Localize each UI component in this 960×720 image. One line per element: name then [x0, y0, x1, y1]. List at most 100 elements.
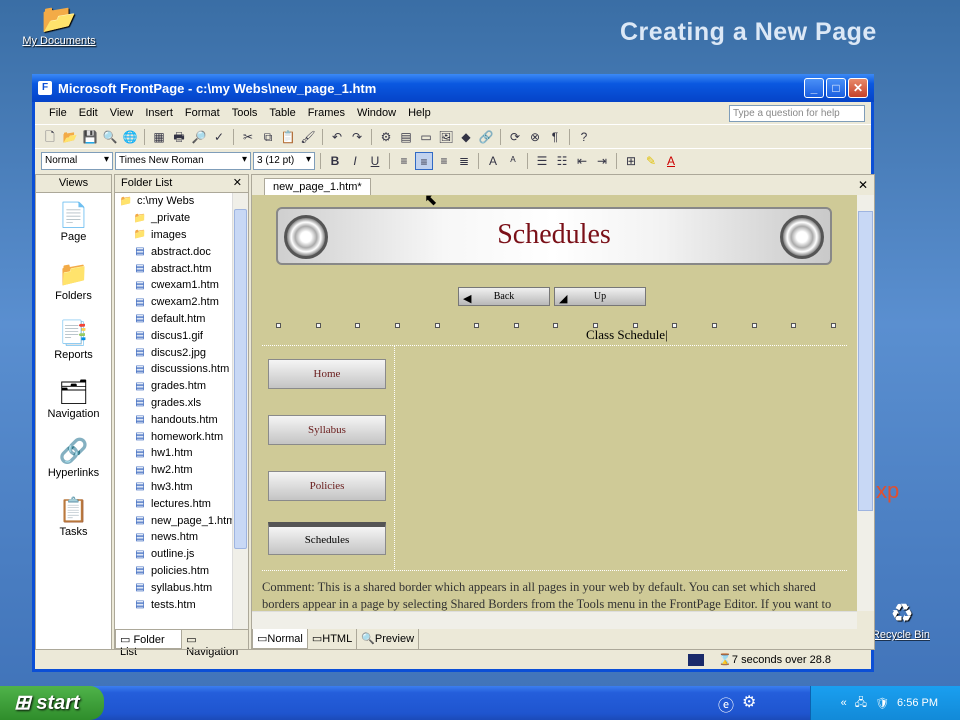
back-button[interactable]: ◀ Back: [458, 287, 550, 306]
recycle-bin-icon[interactable]: ♻ Recycle Bin: [874, 598, 930, 641]
decrease-indent-icon[interactable]: ⇤: [573, 152, 591, 170]
tree-file[interactable]: ▤ abstract.htm: [119, 260, 248, 277]
menu-view[interactable]: View: [104, 107, 140, 119]
menu-table[interactable]: Table: [263, 107, 301, 119]
maximize-button[interactable]: □: [826, 78, 846, 98]
editor-scroll-thumb[interactable]: [858, 211, 873, 511]
tree-root[interactable]: 📁 c:\my Webs: [119, 193, 248, 210]
close-pane-icon[interactable]: ✕: [233, 176, 242, 189]
frontpage-taskbar-icon[interactable]: ⚙: [742, 692, 756, 716]
align-center-icon[interactable]: ≡: [415, 151, 433, 170]
editor-horizontal-scrollbar[interactable]: [252, 611, 857, 629]
tray-expand-icon[interactable]: «: [841, 697, 847, 709]
insert-table-icon[interactable]: ▤: [397, 128, 415, 146]
tree-file[interactable]: ▤ discus1.gif: [119, 327, 248, 344]
title-bar[interactable]: F Microsoft FrontPage - c:\my Webs\new_p…: [32, 74, 874, 102]
font-color-icon[interactable]: A: [662, 152, 680, 170]
view-navigation[interactable]: 🗂 Navigation: [36, 378, 111, 429]
main-content-text[interactable]: Class Schedule|: [586, 327, 668, 343]
folder-list-scroll-thumb[interactable]: [234, 209, 247, 549]
menu-file[interactable]: File: [43, 107, 73, 119]
page-canvas[interactable]: Schedules ◀ Back ◢ Up Home Syllabus Polici…: [252, 195, 857, 611]
bold-icon[interactable]: B: [326, 152, 344, 170]
tree-file[interactable]: ▤ hw1.htm: [119, 445, 248, 462]
tree-file[interactable]: ▤ hw3.htm: [119, 479, 248, 496]
view-hyperlinks[interactable]: 🔗 Hyperlinks: [36, 437, 111, 488]
increase-indent-icon[interactable]: ⇥: [593, 152, 611, 170]
print-icon[interactable]: 🖶: [170, 128, 188, 146]
open-icon[interactable]: 📂: [61, 128, 79, 146]
insert-picture-icon[interactable]: 🖼: [437, 128, 455, 146]
doc-tab-new-page[interactable]: new_page_1.htm*: [264, 178, 371, 195]
spelling-icon[interactable]: ✓: [210, 128, 228, 146]
help-search-input[interactable]: Type a question for help: [729, 104, 865, 122]
undo-icon[interactable]: ↶: [328, 128, 346, 146]
tree-file[interactable]: ▤ tests.htm: [119, 596, 248, 613]
my-documents-icon[interactable]: 📂 My Documents: [14, 2, 104, 47]
tree-file[interactable]: ▤ policies.htm: [119, 563, 248, 580]
menu-window[interactable]: Window: [351, 107, 402, 119]
toggle-pane-icon[interactable]: ▦: [150, 128, 168, 146]
view-page[interactable]: 📄 Page: [36, 201, 111, 252]
bullets-icon[interactable]: ☷: [553, 152, 571, 170]
minimize-button[interactable]: _: [804, 78, 824, 98]
preview-icon[interactable]: 🔎: [190, 128, 208, 146]
up-button[interactable]: ◢ Up: [554, 287, 646, 306]
tab-html[interactable]: ▭HTML: [308, 629, 358, 649]
italic-icon[interactable]: I: [346, 152, 364, 170]
folder-list-scrollbar[interactable]: [232, 193, 248, 649]
syllabus-nav-button[interactable]: Syllabus: [268, 415, 386, 445]
tab-normal[interactable]: ▭Normal: [252, 629, 308, 649]
tree-file[interactable]: ▤ syllabus.htm: [119, 579, 248, 596]
tree-file[interactable]: ▤ news.htm: [119, 529, 248, 546]
tree-file[interactable]: ▤ hw2.htm: [119, 462, 248, 479]
tree-file[interactable]: ▤ cwexam1.htm: [119, 277, 248, 294]
tab-navigation[interactable]: ▭ Navigation: [182, 630, 248, 658]
menu-frames[interactable]: Frames: [302, 107, 351, 119]
new-page-icon[interactable]: 🗋: [41, 128, 59, 146]
close-button[interactable]: ✕: [848, 78, 868, 98]
paste-icon[interactable]: 📋: [279, 128, 297, 146]
tab-preview[interactable]: 🔍Preview: [357, 629, 420, 649]
tree-file[interactable]: ▤ outline.js: [119, 546, 248, 563]
style-select[interactable]: Normal: [41, 151, 113, 170]
editor-vertical-scrollbar[interactable]: [857, 195, 874, 611]
close-document-icon[interactable]: ✕: [858, 178, 868, 192]
web-component-icon[interactable]: ⚙: [377, 128, 395, 146]
menu-help[interactable]: Help: [402, 107, 437, 119]
copy-icon[interactable]: ⧉: [259, 128, 277, 146]
security-icon[interactable]: 🛡: [875, 697, 889, 710]
align-right-icon[interactable]: ≡: [435, 152, 453, 170]
tree-file[interactable]: ▤ discussions.htm: [119, 361, 248, 378]
tree-folder[interactable]: 📁 _private: [119, 210, 248, 227]
show-all-icon[interactable]: ¶: [546, 128, 564, 146]
menu-edit[interactable]: Edit: [73, 107, 104, 119]
policies-nav-button[interactable]: Policies: [268, 471, 386, 501]
frontpage-app-icon[interactable]: F: [38, 81, 52, 95]
tree-file[interactable]: ▤ default.htm: [119, 311, 248, 328]
cut-icon[interactable]: ✂: [239, 128, 257, 146]
tree-file[interactable]: ▤ grades.xls: [119, 395, 248, 412]
highlight-icon[interactable]: ✎: [642, 152, 660, 170]
view-reports[interactable]: 📑 Reports: [36, 319, 111, 370]
view-folders[interactable]: 📁 Folders: [36, 260, 111, 311]
hyperlink-icon[interactable]: 🔗: [477, 128, 495, 146]
align-left-icon[interactable]: ≡: [395, 152, 413, 170]
tree-file[interactable]: ▤ discus2.jpg: [119, 344, 248, 361]
save-icon[interactable]: 💾: [81, 128, 99, 146]
format-painter-icon[interactable]: 🖌: [299, 128, 317, 146]
tree-folder[interactable]: 📁 images: [119, 227, 248, 244]
tree-file[interactable]: ▤ grades.htm: [119, 378, 248, 395]
justify-icon[interactable]: ≣: [455, 152, 473, 170]
home-nav-button[interactable]: Home: [268, 359, 386, 389]
refresh-icon[interactable]: ⟳: [506, 128, 524, 146]
numbering-icon[interactable]: ☰: [533, 152, 551, 170]
underline-icon[interactable]: U: [366, 152, 384, 170]
tree-file[interactable]: ▤ new_page_1.htm: [119, 512, 248, 529]
redo-icon[interactable]: ↷: [348, 128, 366, 146]
drawing-icon[interactable]: ◆: [457, 128, 475, 146]
view-tasks[interactable]: 📋 Tasks: [36, 496, 111, 547]
schedules-nav-button[interactable]: Schedules: [268, 522, 386, 555]
clock[interactable]: 6:56 PM: [897, 697, 938, 709]
tree-file[interactable]: ▤ cwexam2.htm: [119, 294, 248, 311]
